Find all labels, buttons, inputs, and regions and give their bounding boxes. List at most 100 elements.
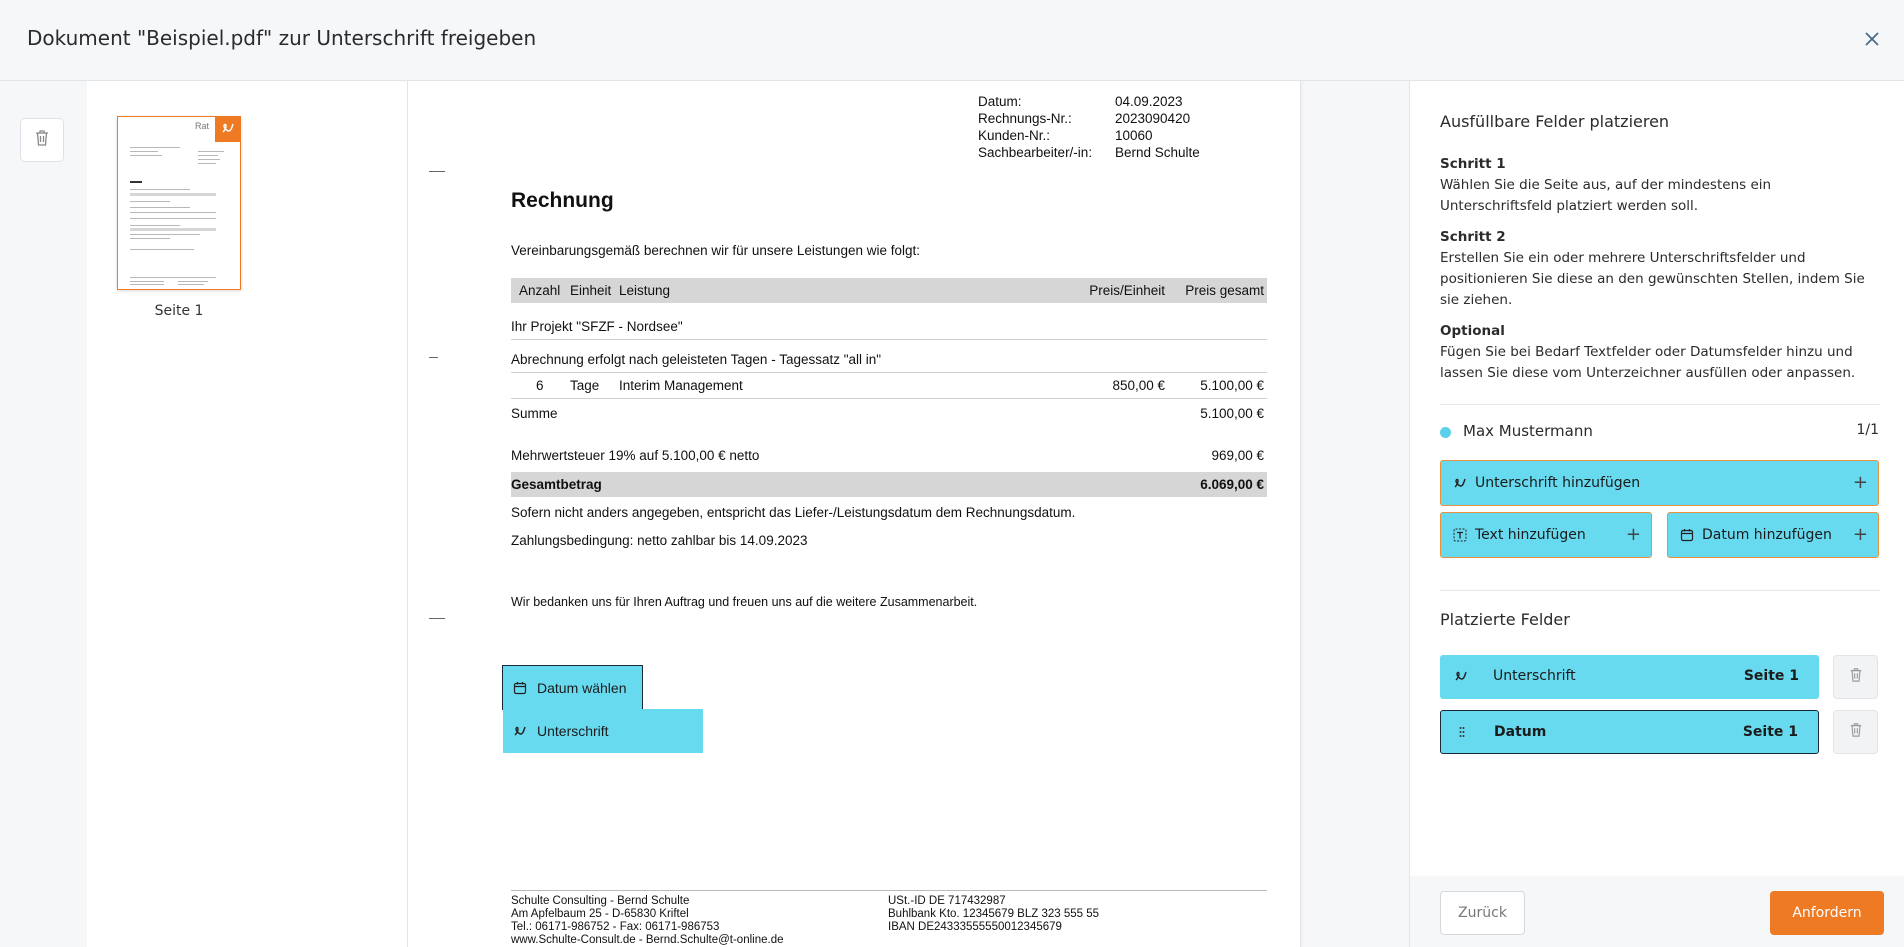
meta-value-clerk: Bernd Schulte: [1115, 145, 1200, 160]
delete-page-button[interactable]: [20, 118, 64, 162]
item-unit-price: 850,00 €: [1112, 378, 1165, 393]
grand-total-row: Gesamtbetrag 6.069,00 €: [511, 472, 1267, 497]
vat-row: Mehrwertsteuer 19% auf 5.100,00 € netto …: [511, 443, 1267, 469]
invoice-intro: Vereinbarungsgemäß berechnen wir für uns…: [511, 243, 920, 258]
delete-field-button[interactable]: [1833, 710, 1878, 754]
delete-field-button[interactable]: [1833, 655, 1878, 699]
vat-value: 969,00 €: [1211, 448, 1264, 463]
item-total: 5.100,00 €: [1200, 378, 1264, 393]
add-text-label: Text hinzufügen: [1475, 527, 1586, 543]
dialog-header: Dokument "Beispiel.pdf" zur Unterschrift…: [0, 0, 1904, 81]
document-page[interactable]: Datum: 04.09.2023 Rechnungs-Nr.: 2023090…: [407, 81, 1301, 947]
signature-icon: [221, 120, 235, 139]
close-icon[interactable]: [1860, 27, 1884, 51]
signature-icon: [1454, 669, 1468, 683]
step-text: Wählen Sie die Seite aus, auf der mindes…: [1440, 177, 1772, 214]
table-row: Ihr Projekt "SFZF - Nordsee": [511, 314, 1267, 340]
footer-right-line: Buhlbank Kto. 12345679 BLZ 323 555 55: [888, 908, 1100, 920]
footer-left: Schulte Consulting - Bernd Schulte Am Ap…: [511, 895, 783, 947]
vat-label: Mehrwertsteuer 19% auf 5.100,00 € netto: [511, 448, 760, 463]
thanks-text: Wir bedanken uns für Ihren Auftrag und f…: [511, 595, 978, 609]
plus-icon: +: [1852, 472, 1868, 493]
footer-right: USt.-ID DE 717432987 Buhlbank Kto. 12345…: [888, 895, 1099, 934]
footer-right-line: IBAN DE24333555550012345679: [888, 921, 1062, 933]
item-unit: Tage: [570, 378, 600, 393]
meta-label-customer-no: Kunden-Nr.:: [978, 128, 1051, 143]
signer-color-dot: [1440, 427, 1451, 438]
sum-value: 5.100,00 €: [1200, 406, 1264, 421]
dialog-title: Dokument "Beispiel.pdf" zur Unterschrift…: [27, 26, 537, 50]
fold-mark: [429, 171, 445, 172]
col-qty: Anzahl: [519, 283, 561, 298]
meta-value-invoice-no: 2023090420: [1115, 111, 1191, 126]
plus-icon: +: [1625, 524, 1641, 545]
step-optional: Optional Fügen Sie bei Bedarf Textfelder…: [1440, 321, 1880, 384]
item-qty: 6: [536, 378, 544, 393]
placed-field-label: Datum: [1494, 724, 1547, 740]
placed-date-label: Datum wählen: [537, 679, 627, 696]
plus-icon: +: [1852, 524, 1868, 545]
placed-fields-heading: Platzierte Felder: [1440, 610, 1570, 629]
request-button[interactable]: Anfordern: [1770, 891, 1884, 935]
grand-total-label: Gesamtbetrag: [511, 477, 602, 492]
meta-label-invoice-no: Rechnungs-Nr.:: [978, 111, 1072, 126]
add-date-button[interactable]: Datum hinzufügen +: [1667, 512, 1879, 558]
item-service: Interim Management: [619, 378, 743, 393]
document-viewer: Datum: 04.09.2023 Rechnungs-Nr.: 2023090…: [407, 81, 1409, 947]
action-bar: Zurück Anfordern: [1409, 876, 1904, 947]
drag-handle-icon[interactable]: [1455, 725, 1469, 739]
step-text: Fügen Sie bei Bedarf Textfelder oder Dat…: [1440, 344, 1856, 381]
placed-signature-label: Unterschrift: [537, 723, 609, 739]
step-title: Schritt 1: [1440, 156, 1506, 172]
meta-value-customer-no: 10060: [1115, 128, 1153, 143]
trash-icon: [34, 129, 50, 151]
trash-icon: [1849, 667, 1863, 687]
punch-mark: [429, 357, 438, 358]
thumbnail-panel: Rat Seite 1: [87, 81, 407, 947]
payment-terms: Zahlungsbedingung: netto zahlbar bis 14.…: [511, 533, 808, 548]
sum-row: Summe 5.100,00 €: [511, 401, 1267, 427]
footer-right-line: USt.-ID DE 717432987: [888, 895, 1006, 907]
meta-label-date: Datum:: [978, 94, 1022, 109]
footer-divider: [511, 890, 1267, 891]
step-2: Schritt 2 Erstellen Sie ein oder mehrere…: [1440, 227, 1880, 311]
footer-left-line: Tel.: 06171-986752 - Fax: 06171-986753: [511, 921, 720, 933]
add-text-button[interactable]: Text hinzufügen +: [1440, 512, 1652, 558]
placed-date-field[interactable]: Datum wählen: [502, 665, 643, 710]
step-text: Erstellen Sie ein oder mehrere Unterschr…: [1440, 250, 1865, 308]
divider: [1440, 590, 1880, 591]
billing-note: Abrechnung erfolgt nach geleisteten Tage…: [511, 352, 882, 367]
col-unit: Einheit: [570, 283, 612, 298]
table-row: Abrechnung erfolgt nach geleisteten Tage…: [511, 347, 1267, 373]
col-service: Leistung: [619, 283, 671, 298]
thumbnail-signature-badge: [215, 117, 240, 142]
panel-heading: Ausfüllbare Felder platzieren: [1440, 112, 1670, 131]
placed-field-page: Seite 1: [1743, 668, 1799, 684]
signer-name: Max Mustermann: [1463, 422, 1593, 440]
page-thumbnail[interactable]: Rat: [117, 116, 241, 290]
back-button[interactable]: Zurück: [1440, 891, 1525, 935]
footer-left-line: Am Apfelbaum 25 - D-65830 Kriftel: [511, 908, 689, 920]
thumbnail-label: Seite 1: [154, 303, 204, 319]
signer-count: 1/1: [1856, 422, 1879, 438]
add-signature-button[interactable]: Unterschrift hinzufügen +: [1440, 460, 1879, 506]
table-row: 6 Tage Interim Management 850,00 € 5.100…: [511, 373, 1267, 399]
footer-left-line: www.Schulte-Consult.de - Bernd.Schulte@t…: [511, 934, 784, 946]
meta-value-date: 04.09.2023: [1115, 94, 1183, 109]
footer-left-line: Schulte Consulting - Bernd Schulte: [511, 895, 690, 907]
calendar-icon: [1680, 528, 1694, 542]
table-header: Anzahl Einheit Leistung Preis/Einheit Pr…: [511, 278, 1267, 303]
project-line: Ihr Projekt "SFZF - Nordsee": [511, 319, 683, 334]
delivery-note: Sofern nicht anders angegeben, entsprich…: [511, 505, 1076, 520]
left-toolbar: [0, 81, 87, 947]
placed-field-page: Seite 1: [1742, 724, 1798, 740]
placed-field-signature[interactable]: Unterschrift Seite 1: [1440, 655, 1819, 699]
placed-signature-field[interactable]: Unterschrift: [503, 709, 703, 753]
step-1: Schritt 1 Wählen Sie die Seite aus, auf …: [1440, 154, 1880, 217]
trash-icon: [1849, 722, 1863, 742]
thumbnail-logo: Rat: [195, 121, 210, 131]
step-title: Schritt 2: [1440, 229, 1506, 245]
signature-icon: [513, 724, 527, 738]
meta-label-clerk: Sachbearbeiter/-in:: [978, 145, 1093, 160]
placed-field-date[interactable]: Datum Seite 1: [1440, 710, 1819, 754]
